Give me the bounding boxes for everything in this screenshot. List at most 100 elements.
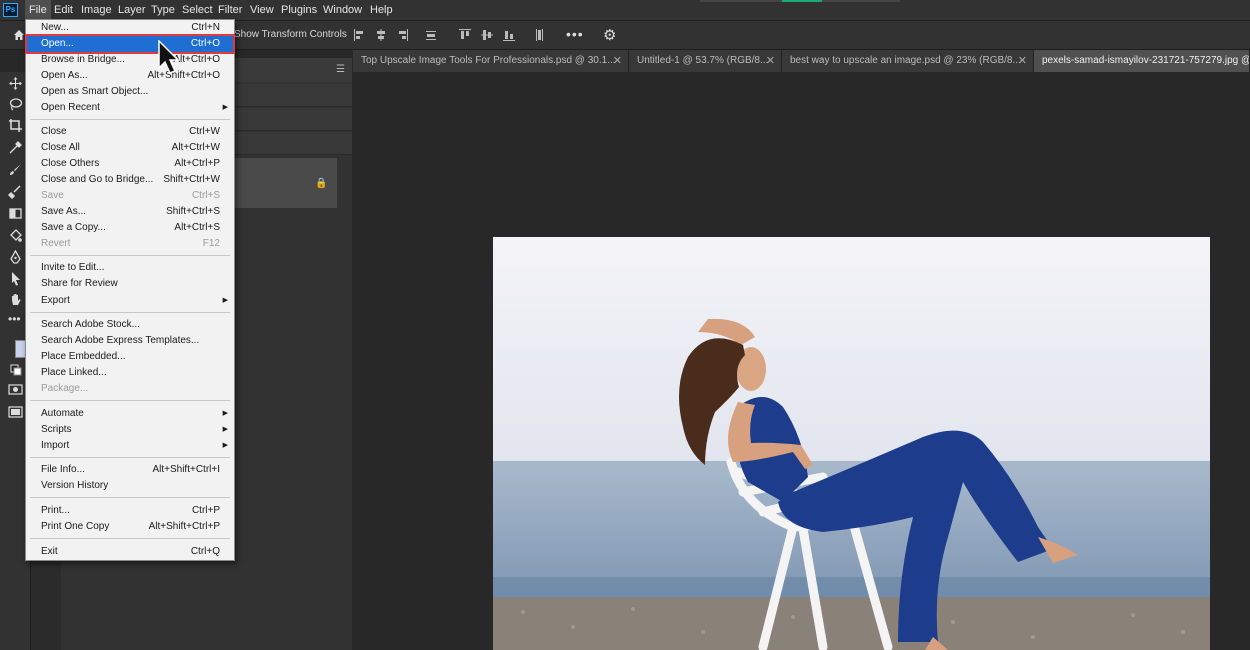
menu-item-save-a-copy[interactable]: Save a Copy... Alt+Ctrl+S (27, 220, 233, 236)
menu-plugins[interactable]: Plugins (277, 0, 321, 20)
close-icon[interactable]: ✕ (613, 50, 622, 72)
paint-bucket-tool-icon[interactable] (8, 228, 23, 243)
align-right-icon[interactable] (397, 28, 409, 42)
menu-window[interactable]: Window (319, 0, 366, 20)
move-tool-icon[interactable] (8, 76, 23, 91)
menu-item-file-info[interactable]: File Info... Alt+Shift+Ctrl+I (27, 462, 233, 478)
show-transform-controls-label[interactable]: Show Transform Controls (234, 29, 347, 40)
menu-separator (30, 312, 230, 313)
menu-separator (30, 538, 230, 539)
submenu-arrow-icon: ▶ (222, 442, 228, 449)
pen-tool-icon[interactable] (8, 250, 23, 265)
home-icon[interactable] (13, 29, 25, 41)
submenu-arrow-icon: ▶ (222, 410, 228, 417)
menu-item-open[interactable]: Open... Ctrl+O (25, 34, 235, 54)
menu-item-close-all[interactable]: Close All Alt+Ctrl+W (27, 140, 233, 156)
hand-tool-icon[interactable] (8, 292, 23, 307)
menu-help[interactable]: Help (366, 0, 397, 20)
menu-item-save-as[interactable]: Save As... Shift+Ctrl+S (27, 204, 233, 220)
menu-item-export[interactable]: Export ▶ (27, 293, 233, 309)
distribute-icon[interactable] (425, 28, 437, 42)
menu-edit[interactable]: Edit (50, 0, 77, 20)
eraser-tool-icon[interactable] (8, 206, 23, 221)
document-tab-label: Top Upscale Image Tools For Professional… (361, 55, 616, 66)
menu-item-open-as-smart-object[interactable]: Open as Smart Object... (27, 84, 233, 100)
swap-colors-icon[interactable] (8, 362, 23, 377)
document-tab[interactable]: Untitled-1 @ 53.7% (RGB/8... ✕ (629, 50, 782, 72)
menu-separator (30, 255, 230, 256)
document-tab-active[interactable]: pexels-samad-ismayilov-231721-757279.jpg… (1034, 50, 1250, 72)
menu-item-close[interactable]: Close Ctrl+W (27, 124, 233, 140)
align-center-icon[interactable] (375, 28, 387, 42)
menu-item-new[interactable]: New... Ctrl+N (27, 20, 233, 36)
menu-item-close-and-go-to-bridge[interactable]: Close and Go to Bridge... Shift+Ctrl+W (27, 172, 233, 188)
mouse-cursor-icon (158, 40, 180, 74)
document-tab[interactable]: best way to upscale an image.psd @ 23% (… (782, 50, 1034, 72)
menu-item-place-linked[interactable]: Place Linked... (27, 365, 233, 381)
menu-item-browse-in-bridge[interactable]: Browse in Bridge... Alt+Ctrl+O (27, 52, 233, 68)
document-tab[interactable]: Top Upscale Image Tools For Professional… (353, 50, 629, 72)
menu-item-import[interactable]: Import ▶ (27, 438, 233, 454)
photoshop-logo-icon: Ps (3, 3, 18, 17)
document-tab-label: pexels-samad-ismayilov-231721-757279.jpg… (1042, 55, 1250, 66)
menu-item-open-as[interactable]: Open As... Alt+Shift+Ctrl+O (27, 68, 233, 84)
screen-mode-icon[interactable] (8, 405, 23, 420)
menu-separator (30, 497, 230, 498)
menu-item-invite-to-edit[interactable]: Invite to Edit... (27, 260, 233, 276)
document-tab-label: best way to upscale an image.psd @ 23% (… (790, 55, 1021, 66)
menu-item-automate[interactable]: Automate ▶ (27, 406, 233, 422)
file-menu-dropdown: New... Ctrl+N Open... Ctrl+O Browse in Bri… (25, 19, 235, 561)
document-image[interactable] (493, 237, 1210, 650)
gear-icon[interactable]: ⚙ (603, 26, 616, 44)
menu-item-revert: Revert F12 (41, 238, 220, 249)
menu-separator (30, 400, 230, 401)
menu-layer[interactable]: Layer (114, 0, 150, 20)
submenu-arrow-icon: ▶ (222, 104, 228, 111)
crop-tool-icon[interactable] (8, 118, 23, 133)
title-bar-accent (782, 0, 822, 2)
align-left-icon[interactable] (353, 28, 365, 42)
menu-view[interactable]: View (246, 0, 278, 20)
document-tab-bar: Top Upscale Image Tools For Professional… (353, 50, 1250, 72)
document-tab-label: Untitled-1 @ 53.7% (RGB/8... (637, 55, 769, 66)
align-top-icon[interactable] (459, 28, 471, 42)
menu-item-share-for-review[interactable]: Share for Review (27, 276, 233, 292)
menu-item-close-others[interactable]: Close Others Alt+Ctrl+P (27, 156, 233, 172)
close-icon[interactable]: ✕ (766, 50, 775, 72)
eyedropper-tool-icon[interactable] (8, 140, 23, 155)
align-middle-icon[interactable] (481, 28, 493, 42)
menu-item-scripts[interactable]: Scripts ▶ (27, 422, 233, 438)
menu-item-print-one-copy[interactable]: Print One Copy Alt+Shift+Ctrl+P (27, 519, 233, 535)
align-bottom-icon[interactable] (503, 28, 515, 42)
menu-item-open-recent[interactable]: Open Recent ▶ (27, 100, 233, 116)
menu-file[interactable]: File (25, 0, 51, 20)
close-icon[interactable]: ✕ (1018, 50, 1027, 72)
menu-separator (30, 119, 230, 120)
more-tools-icon[interactable]: ••• (8, 312, 21, 326)
quick-mask-icon[interactable] (8, 382, 23, 397)
submenu-arrow-icon: ▶ (222, 297, 228, 304)
menu-item-save: Save Ctrl+S (41, 190, 220, 201)
more-options-icon[interactable]: ••• (566, 27, 584, 41)
menu-type[interactable]: Type (147, 0, 179, 20)
menu-filter[interactable]: Filter (214, 0, 246, 20)
menu-item-package: Package... (41, 383, 89, 394)
menu-item-exit[interactable]: Exit Ctrl+Q (27, 544, 233, 560)
menu-separator (30, 457, 230, 458)
menu-item-search-adobe-stock[interactable]: Search Adobe Stock... (27, 317, 233, 333)
menu-item-version-history[interactable]: Version History (27, 478, 233, 494)
clone-stamp-tool-icon[interactable] (8, 184, 23, 199)
lasso-tool-icon[interactable] (8, 97, 23, 112)
menu-item-place-embedded[interactable]: Place Embedded... (27, 349, 233, 365)
path-selection-tool-icon[interactable] (8, 271, 23, 286)
lock-icon[interactable]: 🔒 (315, 178, 327, 189)
submenu-arrow-icon: ▶ (222, 426, 228, 433)
menu-image[interactable]: Image (77, 0, 116, 20)
distribute-vertical-icon[interactable] (533, 28, 545, 42)
menu-select[interactable]: Select (178, 0, 217, 20)
panel-menu-icon[interactable]: ☰ (336, 64, 345, 75)
menubar: Ps File Edit Image Layer Type Select Fil… (0, 0, 1250, 21)
brush-tool-icon[interactable] (8, 162, 23, 177)
menu-item-search-adobe-express-templates[interactable]: Search Adobe Express Templates... (27, 333, 233, 349)
menu-item-print[interactable]: Print... Ctrl+P (27, 503, 233, 519)
